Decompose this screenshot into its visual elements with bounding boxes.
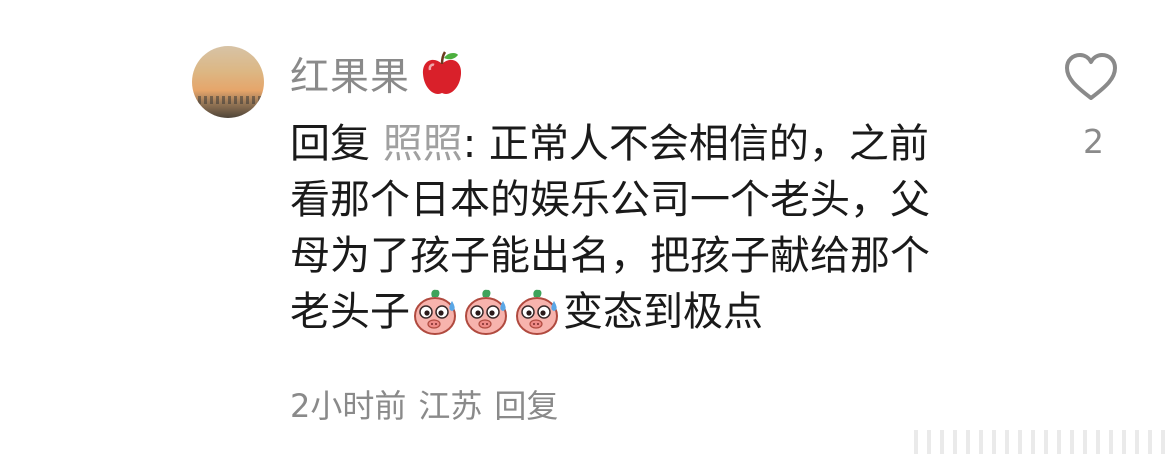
comment-text-line4-start: 老头子 [290,289,410,335]
mention-separator: : [462,121,477,167]
watermark [914,430,1166,454]
reply-button[interactable]: 回复 [494,381,558,427]
comment-line-4: 老头子 变态到极点 [290,284,990,340]
comment-text-line4-end: 变态到极点 [563,289,763,335]
heart-outline-icon [1065,53,1117,100]
reply-prefix: 回复 [290,121,370,167]
sweating-pig-emoji-icon [465,288,507,335]
comment-meta: 2小时前 江苏 回复 [290,380,558,428]
comment-line-1: 回复 照照: 正常人不会相信的，之前 [290,116,990,172]
comment-line-3: 母为了孩子能出名，把孩子献给那个 [290,233,930,279]
comment-text-line1: 正常人不会相信的，之前 [476,121,929,167]
sweating-pig-emoji-icon [516,288,558,335]
mention-link[interactable]: 照照 [383,121,463,167]
sweating-pig-emoji-icon [414,288,456,335]
comment-time: 2小时前 [290,387,407,425]
comment-item: 红果果 回复 照照: 正常人不会相信的，之前 看那个日本的娱乐公司一个老头，父 … [0,0,1170,469]
avatar-skyline [192,96,264,104]
red-apple-icon [422,51,462,94]
like-button[interactable]: 2 [1064,52,1120,161]
avatar[interactable] [192,46,264,118]
username[interactable]: 红果果 [290,46,410,102]
like-count: 2 [1083,122,1104,161]
comment-location: 江苏 [418,387,483,425]
comment-body: 回复 照照: 正常人不会相信的，之前 看那个日本的娱乐公司一个老头，父 母为了孩… [290,116,990,340]
comment-line-2: 看那个日本的娱乐公司一个老头，父 [290,177,930,223]
comment-header: 红果果 [290,46,464,102]
